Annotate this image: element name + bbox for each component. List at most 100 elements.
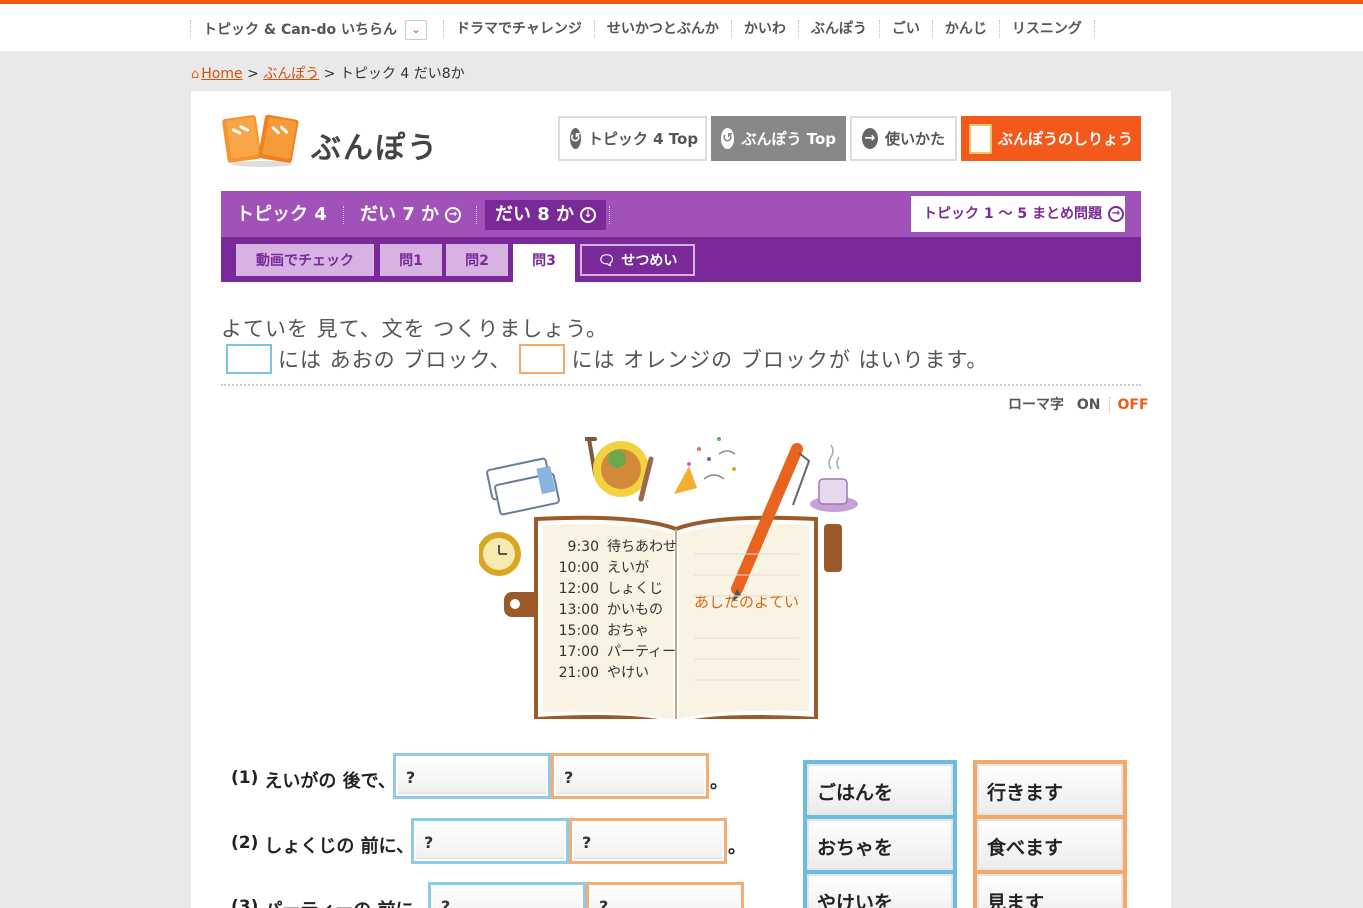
nav-kanji[interactable]: かんじ — [931, 20, 999, 38]
answer-slot-blue[interactable]: ? — [393, 753, 551, 799]
lesson-7-label: だい 7 か — [360, 204, 440, 225]
blue-block[interactable]: おちゃを — [807, 819, 953, 870]
usage-label: 使いかた — [884, 130, 945, 148]
speech-bubble-icon: 🗨 — [597, 253, 616, 269]
schedule-event: えいが — [607, 560, 649, 576]
divider — [343, 206, 344, 224]
divider — [476, 206, 477, 224]
topic-top-label: トピック 4 Top — [587, 130, 699, 148]
lesson-nav: トピック 4 だい 7 か → だい 8 か ↓ トピック 1 〜 5 まとめ問題 → — [221, 191, 1141, 237]
schedule-illustration: 9:30 待ちあわせ 10:00 えいが 12:00 しょくじ 13:00 かいもの 15:00… — [479, 437, 858, 719]
usage-button[interactable]: → 使いかた — [850, 116, 957, 161]
instruction-orange-text: には オレンジの ブロックが はいります。 — [571, 348, 989, 372]
instruction-blue-text: には あおの ブロック、 — [278, 348, 512, 372]
grammar-top-label: ぶんぽう Top — [741, 130, 836, 148]
sentence-end: 。 — [728, 837, 746, 858]
schedule-time: 10:00 — [559, 560, 599, 576]
schedule-event: かいもの — [607, 602, 663, 618]
topic-top-button[interactable]: ↺ トピック 4 Top — [558, 116, 707, 161]
grammar-top-button[interactable]: ↺ ぶんぽう Top — [711, 116, 846, 161]
return-arrow-icon: ↺ — [570, 128, 581, 149]
schedule-event: やけい — [607, 665, 649, 681]
book-logo-icon — [222, 114, 299, 167]
breadcrumb-separator: > — [323, 66, 336, 82]
summary-quiz-label: トピック 1 〜 5 まとめ問題 — [923, 206, 1102, 222]
question-1: (1) えいがの 後で、 — [231, 767, 396, 793]
tab-q3[interactable]: 問3 — [513, 244, 575, 282]
summary-quiz-button[interactable]: トピック 1 〜 5 まとめ問題 → — [911, 196, 1125, 232]
top-bar: トピック & Can-do いちらん ⌄ ドラマでチャレンジ せいかつとぶんか か… — [0, 0, 1363, 51]
instruction-line-2: には あおの ブロック、 には オレンジの ブロックが はいります。 — [221, 343, 988, 375]
lesson-8-label: だい 8 か — [495, 204, 575, 225]
schedule-time: 13:00 — [559, 602, 599, 618]
orange-box-legend — [519, 344, 566, 374]
tab-explanation-label: せつめい — [621, 253, 678, 269]
nav-vocabulary[interactable]: ごい — [878, 20, 932, 38]
breadcrumb-current: トピック 4 だい8か — [339, 66, 465, 82]
orange-block[interactable]: 見ます — [977, 874, 1123, 908]
orange-block-column: 行きます 食べます 見ます — [973, 760, 1127, 908]
arrow-down-icon: ↓ — [580, 207, 597, 223]
nav-drama[interactable]: ドラマでチャレンジ — [442, 20, 594, 38]
orange-block[interactable]: 行きます — [977, 764, 1123, 815]
question-3: (3) パーティーの 前に、 — [231, 896, 431, 908]
schedule-time: 12:00 — [559, 581, 599, 597]
instruction-line-1: よていを 見て、文を つくりましょう。 — [221, 317, 609, 341]
answer-slot-blue[interactable]: ? — [428, 882, 586, 908]
lesson-8-current[interactable]: だい 8 か ↓ — [485, 200, 607, 230]
nav-culture[interactable]: せいかつとぶんか — [593, 20, 731, 38]
chevron-down-icon[interactable]: ⌄ — [404, 20, 427, 40]
tab-q1[interactable]: 問1 — [380, 244, 442, 276]
page-title: ぶんぽう — [311, 131, 439, 166]
main-panel: ぶんぽう ↺ トピック 4 Top ↺ ぶんぽう Top → 使いかた ぶんぽうのしり… — [191, 91, 1171, 908]
nav-grammar[interactable]: ぶんぽう — [797, 20, 879, 38]
orange-block[interactable]: 食べます — [977, 819, 1123, 870]
arrow-right-icon: → — [445, 207, 462, 223]
romaji-toggle: ローマ字 ON OFF — [1008, 394, 1149, 414]
tab-bar: 動画でチェック 問1 問2 問3 🗨 せつめい — [221, 237, 1141, 282]
tab-explanation[interactable]: 🗨 せつめい — [580, 244, 695, 276]
question-number: (2) — [231, 833, 259, 853]
schedule-event: パーティー — [607, 644, 676, 660]
question-text: しょくじの 前に、 — [264, 836, 415, 857]
schedule-time: 9:30 — [568, 539, 599, 555]
schedule-event: おちゃ — [607, 623, 649, 639]
question-text: えいがの 後で、 — [264, 771, 396, 792]
return-arrow-icon: ↺ — [721, 128, 735, 149]
schedule-event: しょくじ — [607, 581, 663, 597]
answer-slot-orange[interactable]: ? — [569, 818, 727, 864]
nav-conversation[interactable]: かいわ — [730, 20, 798, 38]
divider — [221, 384, 1141, 386]
question-number: (3) — [231, 897, 259, 908]
answer-slot-orange[interactable]: ? — [551, 753, 709, 799]
sentence-end: 。 — [710, 772, 728, 793]
breadcrumb-home-link[interactable]: Home — [201, 66, 242, 82]
blue-box-legend — [226, 344, 272, 374]
blue-block[interactable]: やけいを — [807, 874, 953, 908]
grammar-materials-button[interactable]: ぶんぽうのしりょう — [961, 116, 1141, 161]
tab-video-check[interactable]: 動画でチェック — [236, 244, 374, 276]
blue-block-column: ごはんを おちゃを やけいを — [803, 760, 957, 908]
top-nav: トピック & Can-do いちらん ⌄ ドラマでチャレンジ せいかつとぶんか か… — [190, 16, 1095, 42]
schedule-time: 15:00 — [559, 623, 599, 639]
answer-slot-blue[interactable]: ? — [411, 818, 569, 864]
question-number: (1) — [231, 768, 259, 788]
arrow-right-icon: → — [1107, 206, 1124, 222]
divider — [609, 206, 610, 224]
tab-q2[interactable]: 問2 — [446, 244, 508, 276]
memo-icon — [969, 123, 992, 154]
schedule-time: 21:00 — [559, 665, 599, 681]
schedule-time: 17:00 — [559, 644, 599, 660]
breadcrumb-grammar-link[interactable]: ぶんぽう — [263, 66, 319, 82]
nav-topic-list[interactable]: トピック & Can-do いちらん ⌄ — [190, 20, 443, 40]
romaji-on-button[interactable]: ON — [1076, 397, 1110, 413]
nav-listening[interactable]: リスニング — [998, 20, 1095, 38]
romaji-label: ローマ字 — [1008, 397, 1064, 413]
lesson-7-link[interactable]: だい 7 か → — [360, 200, 462, 230]
blue-block[interactable]: ごはんを — [807, 764, 953, 815]
answer-slot-orange[interactable]: ? — [586, 882, 744, 908]
schedule-event: 待ちあわせ — [607, 539, 677, 555]
grammar-materials-label: ぶんぽうのしりょう — [997, 130, 1133, 148]
home-icon: ⌂ — [191, 67, 200, 82]
romaji-off-button[interactable]: OFF — [1118, 397, 1149, 413]
